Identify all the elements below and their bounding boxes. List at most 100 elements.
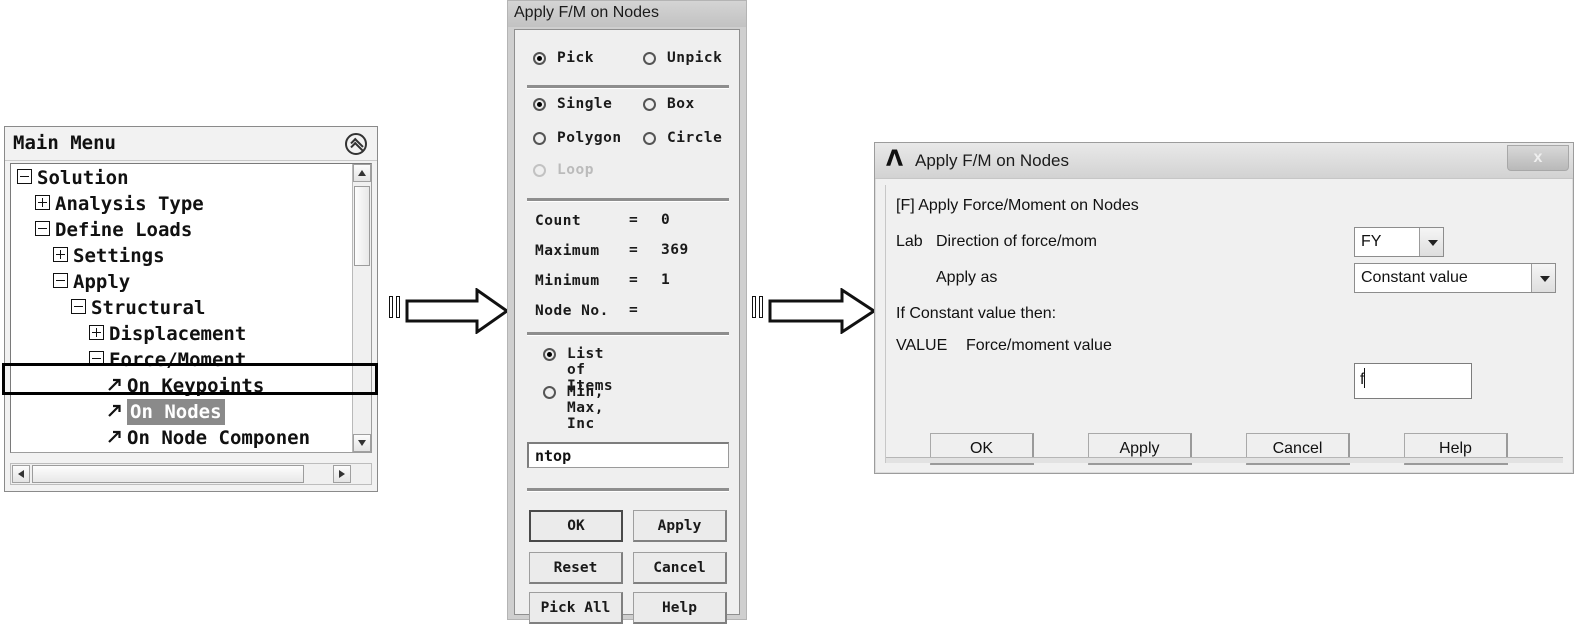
fm-field-label-0: Direction of force/mom bbox=[936, 233, 1097, 250]
stat-name-1: Maximum bbox=[535, 243, 600, 259]
right-arrow-icon bbox=[405, 288, 509, 334]
stat-row-1: Maximum = 369 bbox=[535, 242, 688, 260]
radio-polygon[interactable] bbox=[533, 132, 546, 145]
menu-tree-item-label: Force/Moment bbox=[109, 348, 247, 371]
scroll-right-button[interactable] bbox=[333, 465, 351, 483]
direction-of-force-combo[interactable]: FY bbox=[1354, 227, 1444, 257]
pick-shape-label-0: Single bbox=[557, 96, 613, 112]
plus-icon[interactable] bbox=[35, 194, 50, 210]
double-chevron-up-icon[interactable] bbox=[345, 133, 367, 156]
menu-tree-item-label: Settings bbox=[73, 244, 165, 267]
radio-loop bbox=[533, 164, 546, 177]
main-menu-title: Main Menu bbox=[13, 132, 116, 154]
horizontal-scroll-thumb[interactable] bbox=[32, 465, 304, 483]
chevron-down-icon-2[interactable] bbox=[1531, 264, 1555, 292]
vertical-scroll-thumb[interactable] bbox=[354, 186, 370, 266]
pick-ok-button[interactable]: OK bbox=[529, 510, 623, 542]
pick-items-input[interactable]: ntop bbox=[527, 442, 729, 468]
menu-tree-item-label: On Nodes bbox=[127, 398, 225, 425]
pick-mode-label-1: Unpick bbox=[667, 50, 723, 66]
menu-tree-item-label: On Node Componen bbox=[127, 426, 311, 449]
radio-pick[interactable] bbox=[533, 52, 546, 65]
minus-icon[interactable] bbox=[35, 220, 50, 236]
stat-row-0: Count = 0 bbox=[535, 212, 670, 230]
menu-tree-item[interactable]: Analysis Type bbox=[11, 190, 371, 216]
radio-single[interactable] bbox=[533, 98, 546, 111]
pick-apply-button[interactable]: Apply bbox=[633, 510, 727, 542]
stat-row-3: Node No. = bbox=[535, 302, 638, 320]
scroll-down-button[interactable] bbox=[353, 434, 371, 452]
menu-tree-item[interactable]: From Reactions bbox=[11, 450, 371, 453]
flow-arrow-2 bbox=[752, 288, 877, 334]
main-menu-titlebar: Main Menu bbox=[5, 127, 377, 161]
radio-list-of-items[interactable] bbox=[543, 348, 556, 361]
stat-value-1: 369 bbox=[661, 242, 689, 258]
list-option-label-1: Min, Max, Inc bbox=[567, 384, 604, 432]
menu-tree-item[interactable]: Displacement bbox=[11, 320, 371, 346]
fm-field-label-1: Apply as bbox=[936, 269, 998, 286]
tree-vertical-scrollbar[interactable] bbox=[352, 164, 371, 452]
menu-tree-item-label: Analysis Type bbox=[55, 192, 204, 215]
arrow-icon bbox=[107, 403, 122, 418]
stat-eq-1: = bbox=[629, 242, 639, 258]
tree-horizontal-scrollbar[interactable] bbox=[10, 463, 372, 485]
pick-separator-2 bbox=[527, 198, 729, 202]
radio-circle[interactable] bbox=[643, 132, 656, 145]
menu-tree-item[interactable]: Solution bbox=[11, 164, 371, 190]
right-arrow-icon-2 bbox=[768, 288, 876, 334]
scroll-up-button[interactable] bbox=[353, 164, 371, 182]
plus-icon[interactable] bbox=[89, 324, 104, 340]
minus-icon[interactable] bbox=[53, 272, 68, 288]
pick-shape-label-3: Circle bbox=[667, 130, 723, 146]
menu-tree[interactable]: Solution Analysis Type Define Loads Setting… bbox=[10, 163, 372, 453]
pick-dialog-body: Pick Unpick Single Box Polygon Circle Lo… bbox=[514, 29, 740, 624]
fm-header-line: [F] Apply Force/Moment on Nodes bbox=[896, 197, 1139, 214]
menu-tree-item-label: Define Loads bbox=[55, 218, 193, 241]
chevron-down-icon[interactable] bbox=[1419, 228, 1443, 256]
menu-tree-item-label: Structural bbox=[91, 296, 206, 319]
pick-cancel-button[interactable]: Cancel bbox=[633, 552, 727, 584]
menu-tree-item-label: Apply bbox=[73, 270, 131, 293]
pick-dialog-titlebar: Apply F/M on Nodes bbox=[508, 1, 746, 27]
menu-tree-item[interactable]: Force/Moment bbox=[11, 346, 371, 372]
scroll-left-button[interactable] bbox=[12, 465, 30, 483]
pick-help-button[interactable]: Help bbox=[633, 592, 727, 624]
flow-arrow-1 bbox=[389, 288, 509, 334]
plus-icon[interactable] bbox=[53, 246, 68, 262]
radio-box[interactable] bbox=[643, 98, 656, 111]
fm-value-label: Force/moment value bbox=[966, 337, 1112, 354]
fm-dialog-content: [F] Apply Force/Moment on Nodes Lab Dire… bbox=[885, 185, 1563, 465]
menu-tree-item[interactable]: Define Loads bbox=[11, 216, 371, 242]
minus-icon[interactable] bbox=[89, 350, 104, 366]
main-menu-panel: Main Menu Solution Analysis Type Define Lo… bbox=[4, 126, 378, 492]
stat-value-2: 1 bbox=[661, 272, 671, 288]
stat-name-2: Minimum bbox=[535, 273, 600, 289]
stat-value-0: 0 bbox=[661, 212, 671, 228]
menu-tree-item[interactable]: Settings bbox=[11, 242, 371, 268]
radio-unpick[interactable] bbox=[643, 52, 656, 65]
minus-icon[interactable] bbox=[71, 298, 86, 314]
stat-eq-3: = bbox=[629, 302, 639, 318]
menu-tree-item[interactable]: On Node Componen bbox=[11, 424, 371, 450]
fm-value-key: VALUE bbox=[896, 337, 948, 354]
stat-eq-2: = bbox=[629, 272, 639, 288]
pick-mode-label-0: Pick bbox=[557, 50, 594, 66]
menu-tree-item-label: From Reactions bbox=[127, 451, 287, 453]
menu-tree-item[interactable]: Structural bbox=[11, 294, 371, 320]
menu-tree-item[interactable]: On Keypoints bbox=[11, 372, 371, 398]
pick-reset-button[interactable]: Reset bbox=[529, 552, 623, 584]
minus-icon[interactable] bbox=[17, 168, 32, 184]
pick-dialog: Apply F/M on Nodes Pick Unpick Single Bo… bbox=[507, 0, 747, 624]
close-icon[interactable]: x bbox=[1507, 145, 1569, 171]
menu-tree-item[interactable]: Apply bbox=[11, 268, 371, 294]
fm-dialog-titlebar: Λ Apply F/M on Nodes x bbox=[875, 143, 1573, 179]
menu-tree-item[interactable]: On Nodes bbox=[11, 398, 371, 425]
force-moment-value-input[interactable]: f bbox=[1354, 363, 1472, 399]
apply-as-combo[interactable]: Constant value bbox=[1354, 263, 1556, 293]
fm-dialog-title: Apply F/M on Nodes bbox=[915, 151, 1070, 170]
menu-tree-item-label: Solution bbox=[37, 166, 129, 189]
pick-pick-all-button[interactable]: Pick All bbox=[529, 592, 623, 624]
menu-tree-item-label: On Keypoints bbox=[127, 374, 265, 397]
radio-min-max-inc[interactable] bbox=[543, 386, 556, 399]
ansys-logo-icon: Λ bbox=[886, 147, 904, 172]
